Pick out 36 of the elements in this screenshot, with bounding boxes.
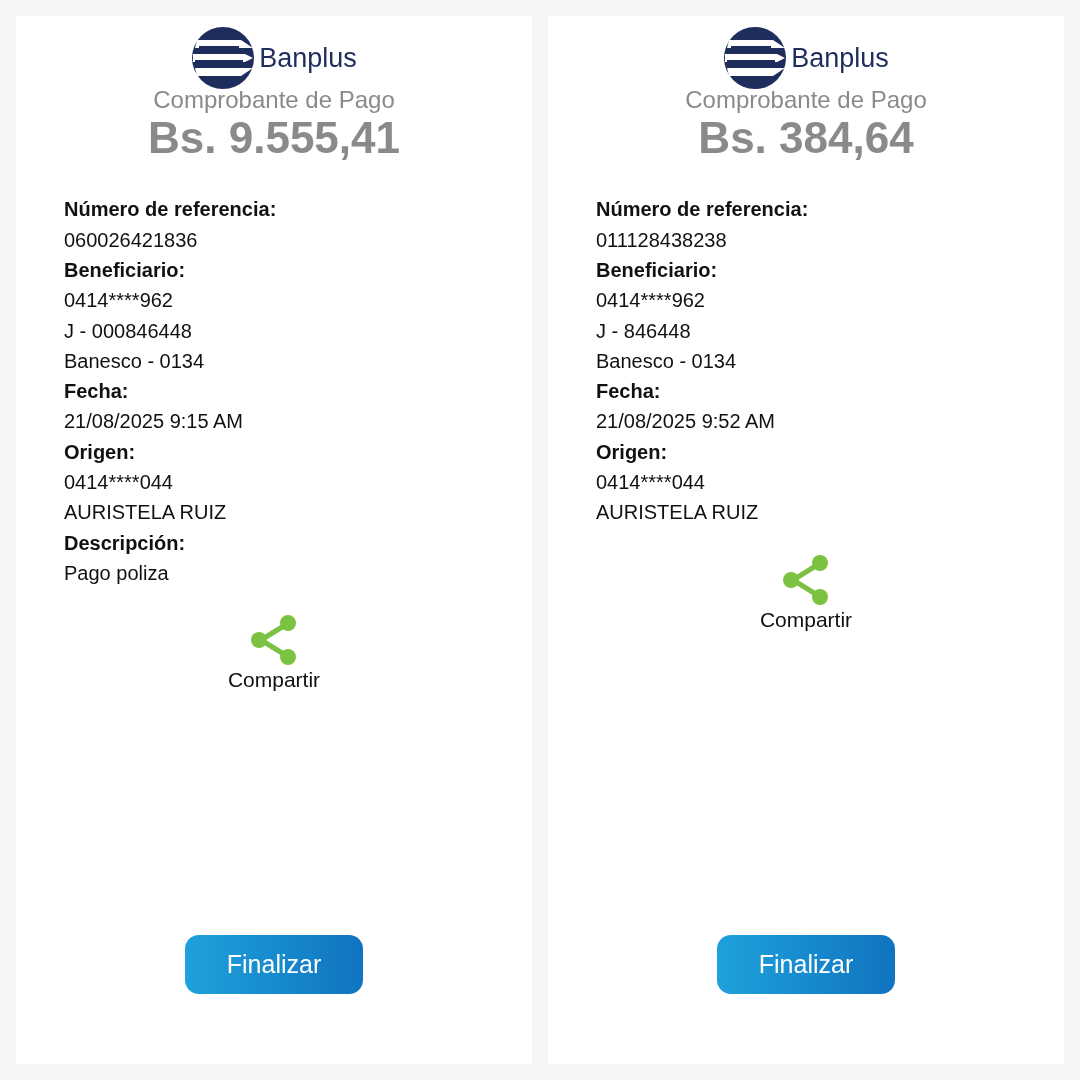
- share-label[interactable]: Compartir: [227, 668, 321, 693]
- receipt-title: Comprobante de Pago: [684, 86, 928, 114]
- field-value: Banesco - 0134: [596, 348, 738, 374]
- share-label[interactable]: Compartir: [759, 607, 853, 632]
- field-value: J - 000846448: [64, 318, 193, 344]
- field-value: AURISTELA RUIZ: [64, 500, 228, 526]
- brand-name: Banplus: [791, 42, 889, 74]
- field-label: Origen:: [64, 439, 137, 465]
- amount: Bs. 9.555,41: [147, 114, 401, 163]
- field-label: Número de referencia:: [596, 197, 810, 223]
- field-value: 0414****962: [64, 288, 174, 314]
- field-value: Pago poliza: [64, 560, 170, 586]
- field-value: 011128438238: [596, 227, 728, 253]
- field-label: Beneficiario:: [64, 258, 187, 283]
- field-label: Fecha:: [64, 379, 130, 405]
- field-label: Fecha:: [596, 379, 662, 405]
- share-icon[interactable]: [781, 553, 831, 606]
- field-value: 21/08/2025 9:15 AM: [64, 409, 245, 435]
- field-value: Banesco - 0134: [64, 348, 206, 374]
- brand-name: Banplus: [259, 42, 357, 74]
- field-label: Beneficiario:: [596, 258, 719, 283]
- field-value: 0414****044: [64, 470, 174, 496]
- field-value: 0414****044: [596, 470, 706, 496]
- field-value: AURISTELA RUIZ: [596, 500, 760, 526]
- field-value: 21/08/2025 9:52 AM: [596, 409, 777, 435]
- finish-button[interactable]: Finalizar: [185, 935, 363, 994]
- field-label: Número de referencia:: [64, 197, 278, 223]
- finish-button[interactable]: Finalizar: [717, 935, 895, 994]
- field-value: 0414****962: [596, 288, 706, 314]
- share-icon[interactable]: [249, 614, 299, 667]
- receipt-title: Comprobante de Pago: [152, 86, 396, 114]
- field-value: 060026421836: [64, 227, 199, 253]
- field-value: J - 846448: [596, 318, 692, 344]
- amount: Bs. 384,64: [697, 114, 915, 163]
- field-label: Origen:: [596, 439, 669, 465]
- field-label: Descripción:: [64, 530, 187, 556]
